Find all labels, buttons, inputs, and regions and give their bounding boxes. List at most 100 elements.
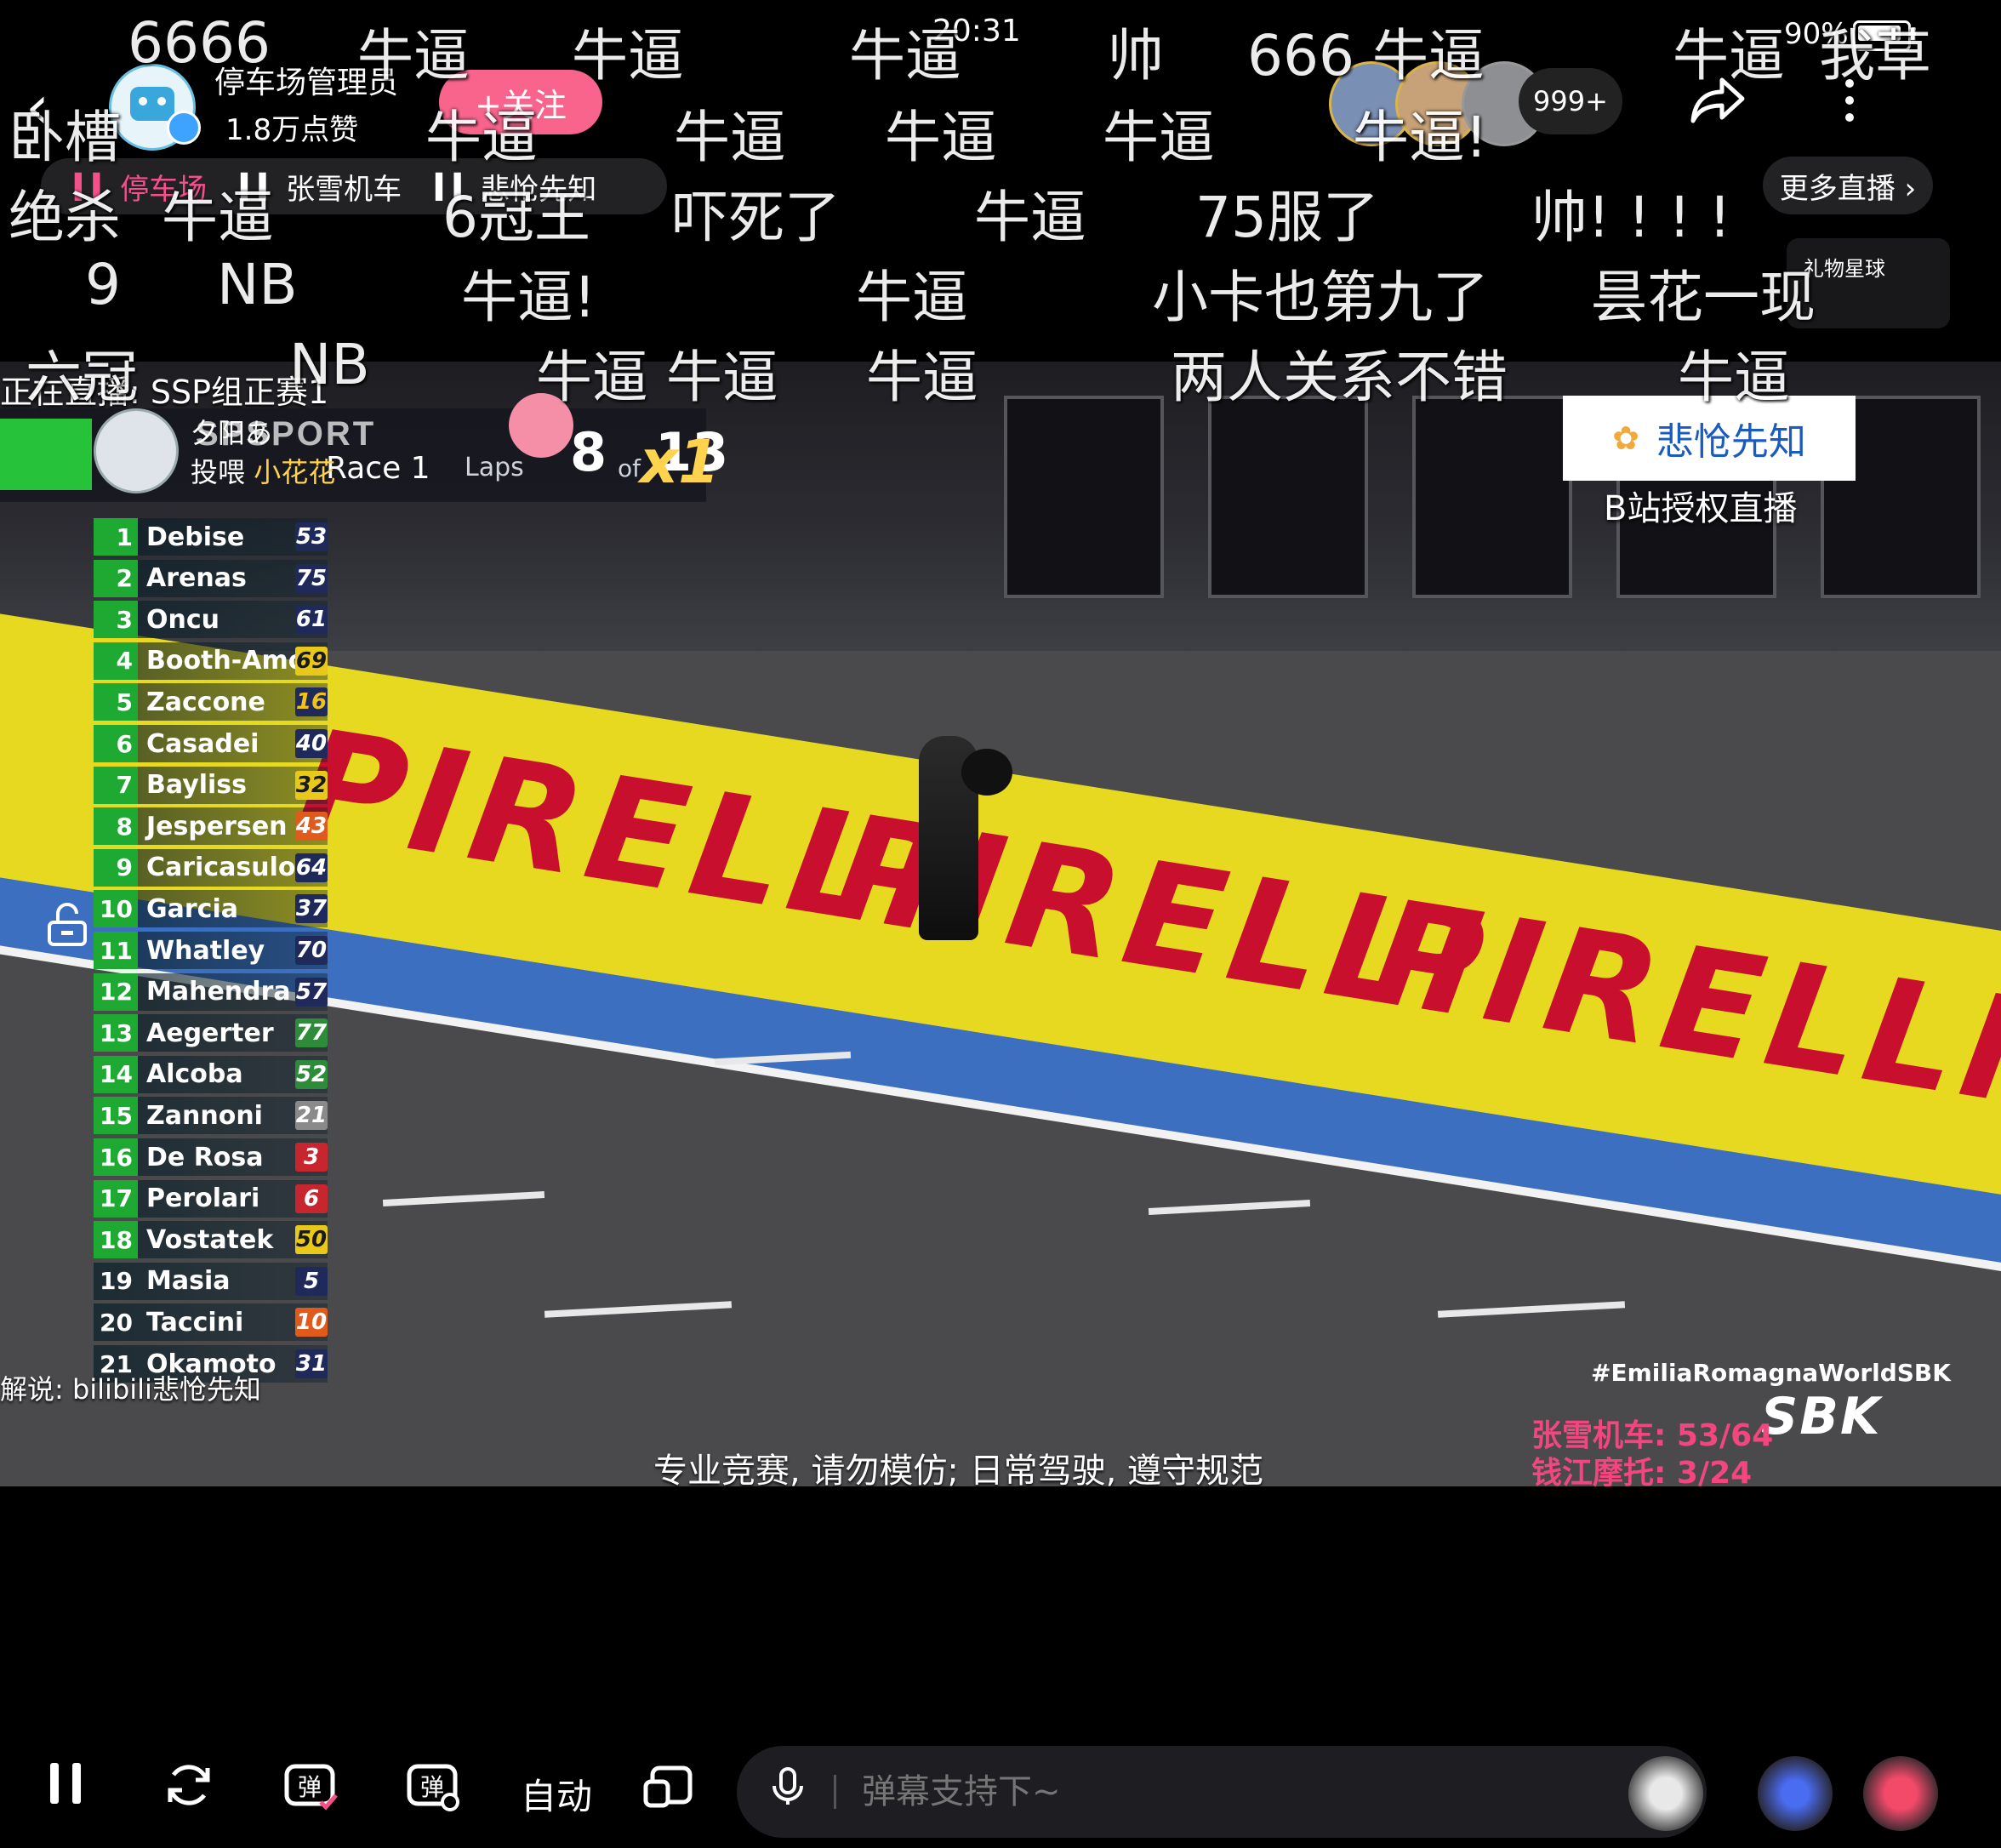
danmaku-comment: 卧槽 [9,105,121,170]
leaderboard-position: 6 [94,725,138,762]
rotate-screen-icon[interactable] [635,1760,703,1824]
danmaku-comment: 牛逼 牛逼 [536,345,778,410]
rider-name: Mahendra [146,977,291,1007]
tab-label: 张雪机车 [286,172,402,207]
leaderboard-row: 17 Perolari 6 [94,1179,328,1218]
rider-number: 52 [295,1059,328,1089]
leaderboard-row: 19 Masia 5 [94,1262,328,1300]
rider-name: Perolari [146,1184,260,1214]
danmaku-comment: 小卡也第九了 [1152,265,1489,330]
danmaku-comment: 9 [85,252,121,317]
leaderboard-position: 1 [94,518,138,556]
grid-mark [544,1301,733,1318]
leaderboard-position: 5 [94,683,138,722]
screen-lock-icon[interactable] [44,902,90,948]
danmaku-input[interactable] [860,1771,1561,1812]
danmaku-comment: 牛逼 [1103,105,1215,170]
garage [1412,396,1572,598]
watermark-text: 悲怆先知 [1656,420,1806,464]
verified-badge-icon [167,111,201,145]
leaderboard-position: 19 [100,1267,133,1296]
more-live-button[interactable]: 更多直播 › [1763,157,1933,214]
rider-name: Masia [146,1266,231,1297]
danmaku-input-bar[interactable] [737,1746,1707,1838]
leaderboard-row: 4 Booth-Amos69 [94,642,328,680]
danmaku-comment: 6666 [128,10,271,76]
leaderboard-position: 15 [94,1097,138,1135]
rider-number: 16 [295,687,328,717]
danmaku-comment: 牛逼 [162,185,274,250]
leaderboard-row: 5 Zaccone 16 [94,683,328,722]
garage [1004,396,1164,598]
danmaku-comment: 75服了 [1195,185,1379,250]
rider-number: 57 [295,977,328,1007]
leaderboard-row: 11 Whatley 70 [94,932,328,969]
danmaku-settings-icon[interactable]: 弹 [400,1760,468,1824]
rider-name: Alcoba [146,1059,243,1090]
danmaku-comment: 两人关系不错 [1171,345,1508,410]
rider-name: Arenas [146,563,247,594]
leaderboard-row: 2 Arenas 75 [94,559,328,597]
rider-name: Bayliss [146,770,248,801]
live-stream-screen: PIRELLI PIRELLI PIRELLI SPSPORT Race 1 L… [0,0,2001,1848]
rider-number: 37 [295,894,328,924]
quality-auto-button[interactable]: 自动 [521,1768,592,1820]
refresh-icon[interactable] [155,1760,223,1822]
rider-number: 10 [295,1308,328,1338]
leaderboard-row: 6 Casadei 40 [94,725,328,762]
danmaku-comment: NB [289,332,370,397]
leaderboard-position: 7 [94,766,138,804]
leaderboard-position: 9 [94,848,138,887]
rider-name: Booth-Amos [146,646,295,676]
rider-number: 6 [295,1184,328,1213]
input-separator [834,1775,836,1809]
rider-helmet [961,749,1012,796]
hashtag: #EmiliaRomagnaWorldSBK [1591,1359,1951,1387]
rider-name: Vostatek [146,1224,274,1255]
danmaku-comment: 牛逼 [1673,23,1785,88]
grid-mark [1148,1200,1311,1215]
rider-number: 75 [295,563,328,593]
sponsor-line-2: 钱江摩托: 3/24 [1531,1456,1753,1491]
rider-number: 69 [295,646,328,676]
leaderboard-position: 4 [94,642,138,680]
leaderboard-row: 16 De Rosa 3 [94,1138,328,1176]
commentary-credit: 解说: bilibili悲怆先知 [0,1373,261,1406]
leaderboard-position: 17 [94,1179,138,1218]
interaction-icon[interactable] [1758,1756,1833,1831]
emoji-icon[interactable] [1628,1756,1703,1831]
voice-input-icon[interactable] [771,1765,810,1818]
leaderboard-row: 15 Zannoni 21 [94,1097,328,1135]
leaderboard-position: 8 [94,807,138,846]
danmaku-comment: 牛逼 [866,345,978,410]
danmaku-comment: 牛逼 [974,185,1086,250]
danmaku-comment: 六冠 [26,345,138,410]
header-green-block [0,419,92,490]
svg-text:弹: 弹 [298,1773,322,1801]
viewer-count[interactable]: 999+ [1519,68,1622,134]
rider-number: 40 [295,729,328,758]
rider-number: 21 [295,1101,328,1131]
grid-mark [382,1191,545,1206]
leaderboard-position: 11 [94,932,138,969]
gift-user-name: 夕阳あ [191,417,273,449]
leaderboard-row: 1 Debise 53 [94,518,328,556]
danmaku-comment: 帅! ! ! ! [1531,185,1731,250]
rider-number: 31 [295,1349,328,1378]
rider-number: 50 [295,1225,328,1255]
laps-label: Laps [465,453,524,482]
leaderboard-row: 10 Garcia 37 [94,890,328,928]
pause-button[interactable] [32,1760,100,1819]
rider-name: De Rosa [146,1142,264,1172]
rider-number: 53 [295,522,328,551]
garage [1208,396,1368,598]
gift-count: x1 [640,427,720,497]
danmaku-comment: 牛逼! [1353,105,1488,170]
danmaku-toggle-icon[interactable]: 弹 [277,1760,345,1824]
danmaku-comment: 牛逼 [674,105,786,170]
gift-box-icon[interactable] [1863,1756,1938,1831]
rider-name: Caricasulo [146,853,295,883]
gift-user-avatar [94,408,179,493]
gift-planet-title: 礼物星球 [1804,257,1885,281]
rider-name: Jespersen [146,811,288,841]
